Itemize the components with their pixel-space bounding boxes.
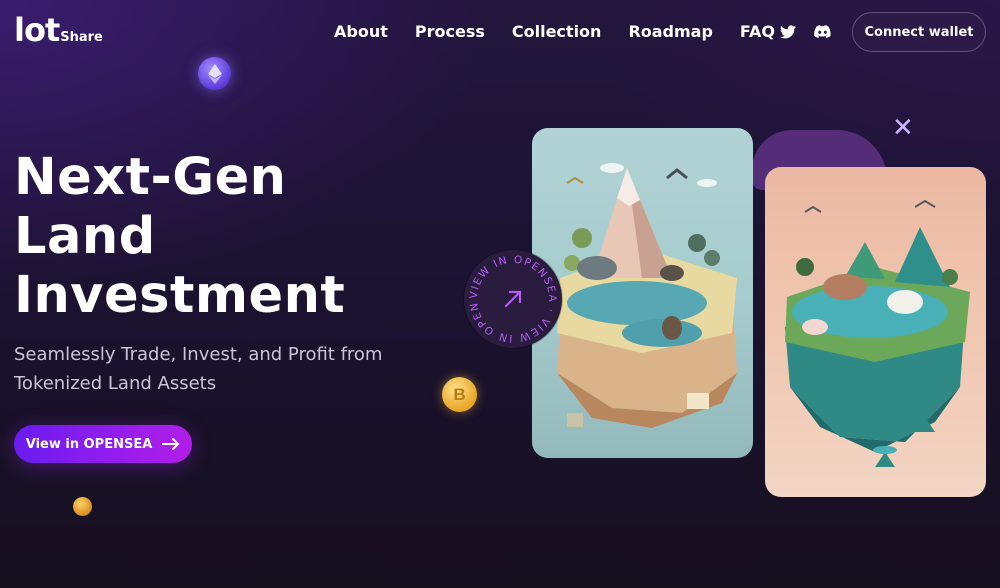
nft-card-mountain[interactable] xyxy=(532,128,753,458)
logo-wordmark: lot xyxy=(14,11,60,49)
ethereum-coin-icon xyxy=(198,57,231,90)
arrow-right-icon xyxy=(162,438,180,450)
view-opensea-badge[interactable]: VIEW IN OPENSEA · VIEW IN OPENSEA · xyxy=(464,250,562,348)
nav-about[interactable]: About xyxy=(334,22,388,41)
nft-card-island[interactable] xyxy=(765,167,986,497)
discord-icon[interactable] xyxy=(813,23,831,41)
main-nav: About Process Collection Roadmap FAQ xyxy=(334,22,802,41)
floating-island-image xyxy=(785,199,970,467)
nav-faq[interactable]: FAQ xyxy=(740,22,775,41)
logo[interactable]: lot Share xyxy=(14,14,103,46)
twitter-icon[interactable] xyxy=(779,23,797,41)
hero-subtitle-line: Tokenized Land Assets xyxy=(14,373,217,394)
connect-wallet-button[interactable]: Connect wallet xyxy=(852,12,986,52)
cta-label: View in OPENSEA xyxy=(25,436,153,452)
hero-title-line: Investment xyxy=(14,266,346,325)
hero-title-line: Land xyxy=(14,207,156,266)
bitcoin-coin-icon: B xyxy=(442,377,477,412)
logo-subtext: Share xyxy=(60,30,103,45)
x-shape-icon: ✕ xyxy=(892,113,914,143)
nav-roadmap[interactable]: Roadmap xyxy=(628,22,712,41)
nav-collection[interactable]: Collection xyxy=(512,22,602,41)
nav-process[interactable]: Process xyxy=(415,22,485,41)
arrow-up-right-icon xyxy=(504,290,522,308)
coin-icon xyxy=(73,497,92,516)
hero-subtitle-line: Seamlessly Trade, Invest, and Profit fro… xyxy=(14,344,383,365)
hero-subtitle: Seamlessly Trade, Invest, and Profit fro… xyxy=(14,340,394,398)
view-opensea-button[interactable]: View in OPENSEA xyxy=(14,425,192,463)
hero-title: Next-Gen Land Investment xyxy=(14,148,434,325)
hero-title-line: Next-Gen xyxy=(14,148,287,207)
mountain-island-image xyxy=(557,163,737,428)
social-links xyxy=(779,23,831,41)
